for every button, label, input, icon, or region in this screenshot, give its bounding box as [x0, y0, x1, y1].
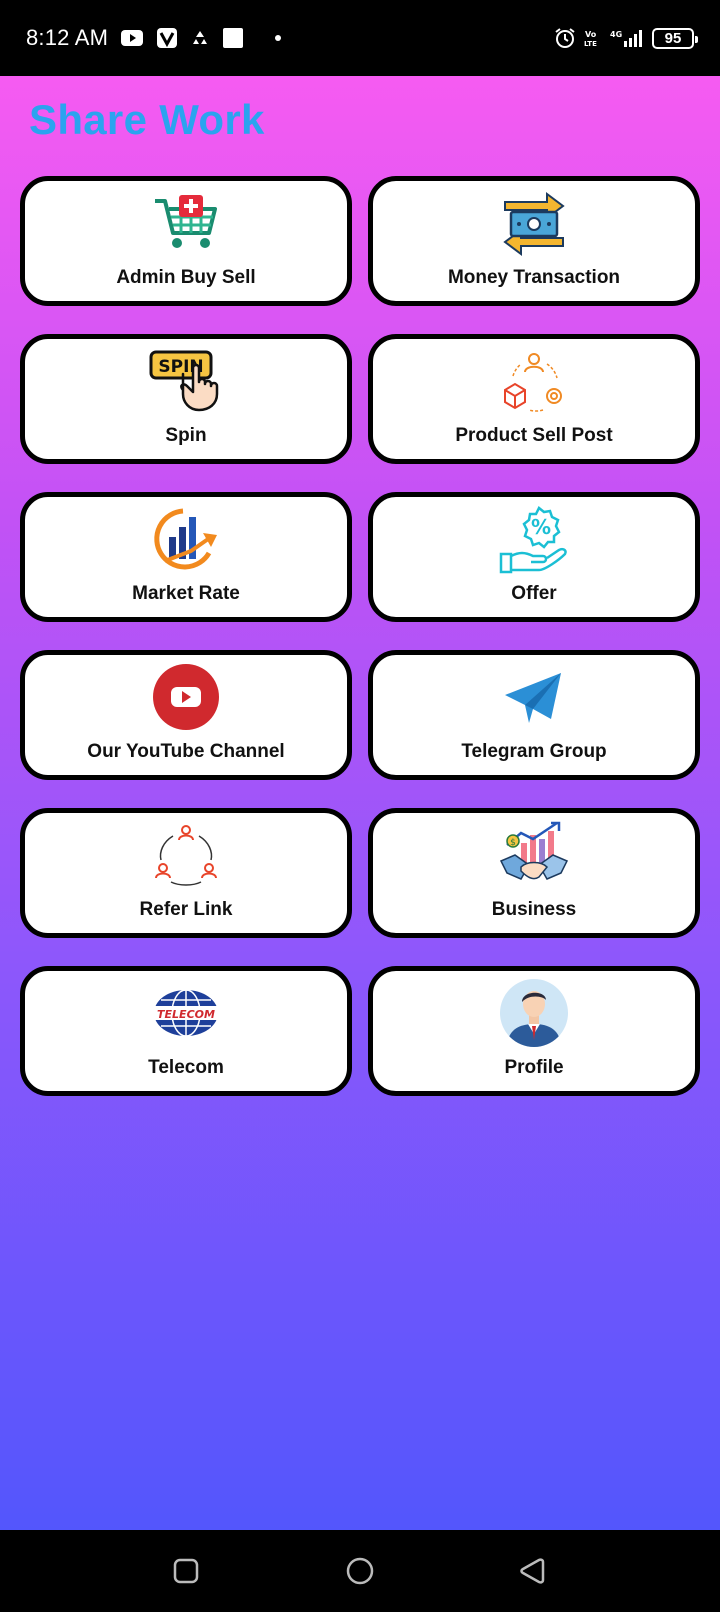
- svg-text:Vo: Vo: [585, 30, 597, 39]
- svg-text:$: $: [510, 838, 516, 848]
- svg-text:%: %: [531, 515, 551, 539]
- user-avatar-icon: [497, 977, 571, 1049]
- recycle-icon: [190, 29, 210, 47]
- status-right: Vo LTE 4G 95: [554, 27, 698, 49]
- handshake-growth-icon: $: [497, 819, 571, 891]
- status-time: 8:12 AM: [26, 25, 109, 50]
- card-telegram-group[interactable]: Telegram Group: [368, 650, 700, 780]
- card-label: Spin: [165, 425, 207, 446]
- battery-icon: 95: [652, 27, 698, 49]
- card-label: Telecom: [148, 1057, 224, 1078]
- card-money-transaction[interactable]: Money Transaction: [368, 176, 700, 306]
- card-label: Offer: [511, 583, 557, 604]
- square-notification-icon: [222, 27, 244, 49]
- youtube-icon: [120, 29, 144, 47]
- card-label: Our YouTube Channel: [87, 741, 285, 762]
- card-label: Business: [491, 899, 577, 920]
- app-screen: Share Work Admin Buy Sell Money Transact…: [0, 76, 720, 1530]
- home-icon[interactable]: [343, 1554, 377, 1588]
- menu-grid: Admin Buy Sell Money Transaction SPIN Sp…: [20, 176, 700, 1096]
- card-spin[interactable]: SPIN Spin: [20, 334, 352, 464]
- svg-text:LTE: LTE: [584, 40, 597, 48]
- telecom-globe-icon: TELECOM: [149, 977, 223, 1049]
- market-chart-icon: [149, 503, 223, 575]
- card-refer-link[interactable]: Refer Link: [20, 808, 352, 938]
- back-icon[interactable]: [515, 1554, 549, 1588]
- card-label: Money Transaction: [447, 267, 621, 288]
- page-title: Share Work: [29, 96, 265, 143]
- card-product-sell-post[interactable]: Product Sell Post: [368, 334, 700, 464]
- card-profile[interactable]: Profile: [368, 966, 700, 1096]
- 4g-signal-icon: 4G: [610, 28, 644, 48]
- card-label: Admin Buy Sell: [116, 267, 256, 288]
- money-transfer-icon: [497, 187, 571, 259]
- system-nav-bar: [0, 1530, 720, 1612]
- svg-text:TELECOM: TELECOM: [157, 1008, 215, 1021]
- card-label: Refer Link: [139, 899, 233, 920]
- card-label: Profile: [504, 1057, 564, 1078]
- telegram-icon: [497, 661, 571, 733]
- status-left: 8:12 AM: [26, 25, 282, 51]
- card-business[interactable]: $ Business: [368, 808, 700, 938]
- shopping-cart-icon: [149, 187, 223, 259]
- discount-hand-icon: %: [497, 503, 571, 575]
- card-label: Product Sell Post: [455, 425, 613, 446]
- youtube-play-icon: [149, 661, 223, 733]
- dot-icon: [274, 34, 282, 42]
- recent-apps-icon[interactable]: [169, 1554, 203, 1588]
- card-market-rate[interactable]: Market Rate: [20, 492, 352, 622]
- card-offer[interactable]: % Offer: [368, 492, 700, 622]
- alarm-icon: [554, 27, 576, 49]
- card-admin-buy-sell[interactable]: Admin Buy Sell: [20, 176, 352, 306]
- refer-network-icon: [149, 819, 223, 891]
- status-bar: 8:12 AM Vo LTE 4G 95: [0, 0, 720, 76]
- spin-button-icon: SPIN: [149, 345, 223, 417]
- volte-icon: Vo LTE: [584, 28, 602, 48]
- card-telecom[interactable]: TELECOM Telecom: [20, 966, 352, 1096]
- battery-level: 95: [664, 29, 682, 47]
- product-cycle-icon: [497, 345, 571, 417]
- v-app-icon: [156, 27, 178, 49]
- card-youtube-channel[interactable]: Our YouTube Channel: [20, 650, 352, 780]
- card-label: Market Rate: [132, 583, 240, 604]
- svg-text:4G: 4G: [610, 30, 622, 39]
- card-label: Telegram Group: [461, 741, 607, 762]
